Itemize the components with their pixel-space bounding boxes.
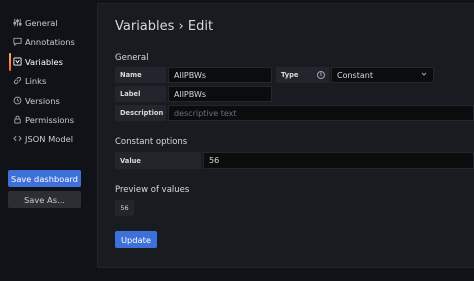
label-label: Label (115, 86, 166, 102)
sidebar-item-versions[interactable]: Versions (12, 92, 60, 109)
settings-sidebar: General Annotations Variables Links Vers… (0, 0, 97, 281)
value-label: Value (115, 152, 201, 169)
description-input[interactable]: descriptive text (168, 105, 474, 121)
name-input[interactable]: AllPBWs (168, 67, 272, 83)
sidebar-item-label: Variables (25, 56, 63, 67)
label-input[interactable]: AllPBWs (168, 86, 272, 102)
sidebar-item-general[interactable]: General (12, 14, 58, 31)
sidebar-item-label: JSON Model (25, 133, 73, 144)
constant-options-heading: Constant options (115, 137, 188, 147)
info-icon[interactable]: i (317, 71, 325, 79)
sidebar-item-label: Versions (25, 95, 60, 106)
sidebar-item-label: General (25, 17, 58, 28)
name-label: Name (115, 67, 166, 83)
update-button[interactable]: Update (115, 231, 157, 248)
editor-panel (97, 3, 474, 268)
save-dashboard-button[interactable]: Save dashboard (8, 170, 81, 187)
save-as-button[interactable]: Save As... (8, 191, 81, 208)
sidebar-item-label: Annotations (25, 36, 75, 47)
sidebar-item-permissions[interactable]: Permissions (12, 111, 74, 128)
type-select-value: Constant (337, 70, 373, 80)
sidebar-item-json-model[interactable]: JSON Model (12, 130, 73, 147)
preview-heading: Preview of values (115, 185, 190, 195)
description-label: Description (115, 105, 166, 121)
variables-icon (12, 57, 22, 67)
sidebar-item-label: Links (25, 75, 47, 86)
chevron-down-icon (421, 71, 427, 79)
sidebar-item-variables[interactable]: Variables (12, 53, 63, 70)
link-icon (12, 76, 22, 86)
comment-icon (12, 37, 22, 47)
sidebar-item-links[interactable]: Links (12, 72, 46, 89)
code-icon (12, 134, 22, 144)
type-select[interactable]: Constant (331, 67, 434, 83)
page-title: Variables › Edit (115, 19, 214, 34)
lock-icon (12, 115, 22, 125)
value-input[interactable]: 56 (203, 152, 474, 169)
active-indicator (9, 53, 11, 71)
sliders-icon (12, 18, 22, 28)
general-heading: General (115, 53, 149, 63)
type-label: Type i (276, 67, 329, 83)
preview-value-chip: 56 (115, 200, 134, 216)
sidebar-item-annotations[interactable]: Annotations (12, 33, 75, 50)
history-icon (12, 96, 22, 106)
sidebar-item-label: Permissions (25, 114, 75, 125)
